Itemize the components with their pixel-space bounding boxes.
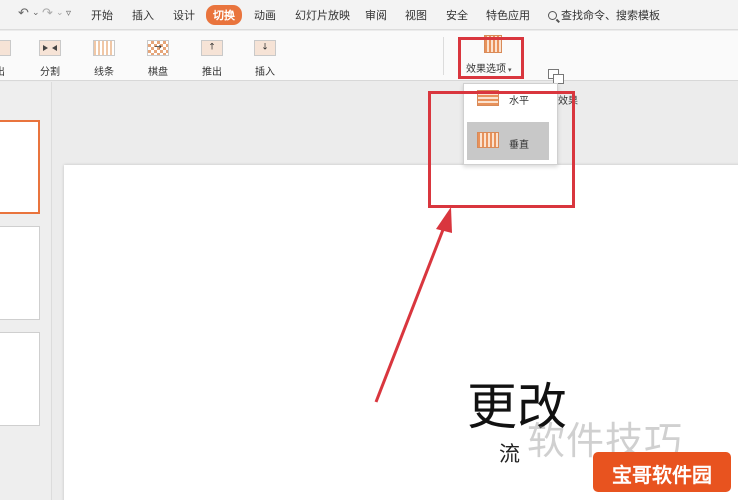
command-search[interactable]: 查找命令、搜索模板 — [548, 7, 660, 23]
transition-label: 推出 — [202, 67, 222, 78]
highlight-box-effect-options — [458, 37, 524, 79]
redo-dropdown-icon[interactable]: ⌄ — [56, 8, 64, 18]
undo-icon[interactable]: ↶ — [18, 6, 29, 21]
menu-home[interactable]: 开始 — [91, 7, 113, 23]
ribbon-divider — [443, 37, 444, 75]
menu-view[interactable]: 视图 — [405, 7, 427, 23]
transition-split-button[interactable]: 分割 — [28, 31, 72, 79]
transition-lines-button[interactable]: 线条 — [82, 31, 126, 79]
transition-label: 线条 — [94, 67, 114, 78]
redo-icon[interactable]: ↷ — [42, 6, 53, 21]
transition-label: 分割 — [40, 67, 60, 78]
split-icon — [39, 40, 61, 56]
checkerboard-icon: → — [147, 40, 169, 56]
transition-cover-button[interactable]: ↓ 插入 — [243, 31, 287, 79]
menu-security[interactable]: 安全 — [446, 7, 468, 23]
menu-design[interactable]: 设计 — [173, 7, 195, 23]
lines-icon — [93, 40, 115, 56]
slide-thumbnail[interactable] — [0, 226, 40, 320]
watermark-badge: 宝哥软件园 — [593, 452, 731, 492]
transition-ribbon: 出 分割 线条 → 棋盘 ↑ 推出 ↓ 插入 效果选项▾ 切换效果 — [0, 31, 738, 107]
menu-bar: ↶ ⌄ ↷ ⌄ ▿ 开始 插入 设计 切换 动画 幻灯片放映 审阅 视图 安全 … — [0, 0, 738, 30]
customize-icon[interactable]: ▿ — [66, 8, 71, 19]
push-up-icon: ↑ — [201, 40, 223, 56]
search-label: 查找命令、搜索模板 — [561, 9, 660, 22]
slide-thumbnail[interactable] — [0, 332, 40, 426]
menu-features[interactable]: 特色应用 — [486, 7, 530, 23]
cover-down-icon: ↓ — [254, 40, 276, 56]
watermark-badge-text: 宝哥软件园 — [612, 463, 712, 487]
menu-insert[interactable]: 插入 — [132, 7, 154, 23]
menu-animation[interactable]: 动画 — [254, 7, 276, 23]
transition-checkerboard-button[interactable]: → 棋盘 — [136, 31, 180, 79]
transition-label: 插入 — [255, 67, 275, 78]
slide-thumbnail[interactable] — [0, 120, 40, 214]
menu-slideshow[interactable]: 幻灯片放映 — [295, 7, 350, 23]
wipe-icon — [0, 40, 11, 56]
highlight-box-dropdown — [428, 91, 575, 208]
slide-thumbnails-panel[interactable] — [0, 82, 52, 500]
transition-push-button[interactable]: ↑ 推出 — [190, 31, 234, 79]
menu-transition[interactable]: 切换 — [206, 5, 242, 25]
menu-review[interactable]: 审阅 — [365, 7, 387, 23]
transition-label: 出 — [0, 63, 22, 78]
transition-wipe-button[interactable]: 出 — [0, 31, 22, 79]
undo-dropdown-icon[interactable]: ⌄ — [32, 8, 40, 18]
transition-label: 棋盘 — [148, 67, 168, 78]
search-icon — [548, 11, 557, 20]
slide-subtitle[interactable]: 流 — [499, 438, 520, 468]
